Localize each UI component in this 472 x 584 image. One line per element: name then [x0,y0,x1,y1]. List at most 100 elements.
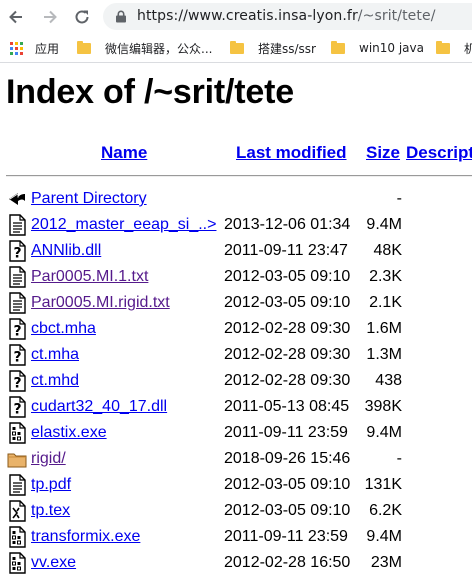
forward-button[interactable] [38,5,62,29]
page-title: Index of /~srit/tete [6,73,294,111]
folder-icon [331,40,345,54]
svg-text:?: ? [13,376,21,392]
last-modified-cell: 2012-02-28 09:30 [224,320,351,337]
text-file-icon[interactable] [6,266,28,288]
file-link[interactable]: ANNlib.dll [31,242,101,260]
last-modified-cell: 2012-02-28 09:30 [224,372,351,389]
file-link[interactable]: ct.mha [31,346,79,364]
last-modified-cell: 2012-02-28 09:30 [224,346,351,363]
file-link[interactable]: vv.exe [31,554,76,572]
text-file-icon[interactable] [6,292,28,314]
back-button[interactable] [4,5,28,29]
column-header-last-modified[interactable]: Last modified [236,143,347,163]
size-cell: 2.3K [369,268,402,285]
file-row: Par0005.MI.1.txt 2012-03-05 09:10 2.3K [6,265,472,291]
file-row: Par0005.MI.rigid.txt 2012-03-05 09:10 2.1K [6,291,472,317]
size-cell: 1.6M [366,320,402,337]
tex-file-icon[interactable] [6,500,28,522]
bookmark-label: 应用 [35,41,60,56]
file-link[interactable]: ct.mhd [31,372,79,390]
last-modified-cell: 2012-03-05 09:10 [224,294,351,311]
bookmark-label: 搭建ss/ssr [258,41,316,56]
url-text: https://www.creatis.insa-lyon.fr/~srit/t… [137,8,436,24]
folder-icon [230,40,244,54]
column-header-description[interactable]: Description [406,143,472,163]
last-modified-cell: 2011-09-11 23:59 [224,528,348,545]
parent-directory-row: Parent Directory - [6,187,472,213]
bookmarks-bar: 应用 微信编辑器，公众... 搭建ss/ssr win10 java 机器 [0,34,472,63]
file-row: ? ANNlib.dll 2011-09-11 23:47 48K [6,239,472,265]
folder-icon [436,40,450,54]
file-row: transformix.exe 2011-09-11 23:59 9.4M [6,525,472,551]
apps-grid-icon [10,41,23,55]
file-row: 2012_master_eeap_si_..> 2013-12-06 01:34 9… [6,213,472,239]
reload-button[interactable] [70,5,94,29]
file-link[interactable]: 2012_master_eeap_si_..> [31,216,216,234]
file-row: ? cbct.mha 2012-02-28 09:30 1.6M [6,317,472,343]
forward-arrow-icon [44,10,57,24]
column-header-name[interactable]: Name [101,143,147,163]
unknown-file-icon[interactable]: ? [6,370,28,392]
file-row: ? ct.mha 2012-02-28 09:30 1.3M [6,343,472,369]
unknown-file-icon[interactable]: ? [6,318,28,340]
text-file-icon[interactable] [6,474,28,496]
file-link[interactable]: Par0005.MI.rigid.txt [31,294,170,312]
last-modified-cell: 2011-09-11 23:59 [224,424,348,441]
svg-text:?: ? [13,324,21,340]
svg-text:?: ? [13,350,21,366]
bookmark-machine[interactable]: 机器 [436,39,472,57]
size-cell: 438 [375,372,402,389]
file-link[interactable]: cbct.mha [31,320,96,338]
reload-icon [75,10,89,24]
last-modified-cell: 2018-09-26 15:46 [224,450,351,467]
size-cell: - [396,450,402,467]
header-divider [6,175,472,177]
last-modified-cell: 2012-03-05 09:10 [224,476,351,493]
size-cell: 2.1K [369,294,402,311]
file-link[interactable]: elastix.exe [31,424,107,442]
size-cell: 9.4M [366,528,402,545]
bookmark-label: 微信编辑器，公众... [105,41,213,56]
back-arrow-icon [9,10,22,24]
binary-file-icon[interactable] [6,552,28,574]
file-row: elastix.exe 2011-09-11 23:59 9.4M [6,421,472,447]
column-header-size[interactable]: Size [366,143,400,163]
file-row: vv.exe 2012-02-28 16:50 23M [6,551,472,577]
file-link[interactable]: transformix.exe [31,528,140,546]
last-modified-cell: 2012-03-05 09:10 [224,502,351,519]
file-link[interactable]: cudart32_40_17.dll [31,398,167,416]
text-file-icon[interactable] [6,214,28,236]
unknown-file-icon[interactable]: ? [6,396,28,418]
lock-icon [116,10,126,23]
unknown-file-icon[interactable]: ? [6,344,28,366]
address-bar[interactable]: https://www.creatis.insa-lyon.fr/~srit/t… [103,3,472,30]
file-link[interactable]: Par0005.MI.1.txt [31,268,148,286]
file-row: tp.tex 2012-03-05 09:10 6.2K [6,499,472,525]
bookmark-label: win10 java [359,41,424,55]
url-path: /~srit/tete/ [357,8,436,24]
svg-text:?: ? [13,246,21,262]
bookmark-ss-ssr[interactable]: 搭建ss/ssr [230,39,316,57]
bookmark-label: 机器 [464,40,472,57]
folder-icon[interactable] [6,448,28,470]
file-link[interactable]: tp.tex [31,502,70,520]
last-modified-cell: 2011-09-11 23:47 [224,242,348,259]
file-row: tp.pdf 2012-03-05 09:10 131K [6,473,472,499]
binary-file-icon[interactable] [6,422,28,444]
binary-file-icon[interactable] [6,526,28,548]
file-link[interactable]: tp.pdf [31,476,71,494]
unknown-file-icon[interactable]: ? [6,240,28,262]
bookmark-apps[interactable]: 应用 [10,39,59,57]
file-row: rigid/2018-09-26 15:46 - [6,447,472,473]
bookmark-win10-java[interactable]: win10 java [331,39,424,57]
back-arrow-icon[interactable] [6,188,28,210]
size-cell: 6.2K [369,502,402,519]
directory-listing-page: Index of /~srit/tete Name Last modified … [0,63,472,584]
last-modified-cell: 2011-05-13 08:45 [224,398,350,415]
file-link[interactable]: rigid/ [31,450,66,468]
last-modified-cell: 2012-02-28 16:50 [224,554,351,571]
bookmark-wechat-editor[interactable]: 微信编辑器，公众... [77,39,212,57]
size-cell: 9.4M [366,216,402,233]
file-link[interactable]: Parent Directory [31,190,147,208]
svg-text:?: ? [13,402,21,418]
